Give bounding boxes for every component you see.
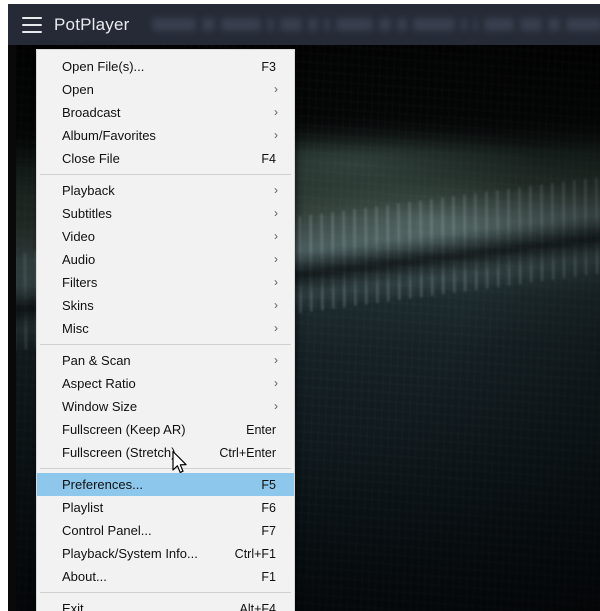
menu-separator bbox=[40, 468, 291, 469]
redacted-block bbox=[221, 18, 261, 31]
menu-item-shortcut: F6 bbox=[261, 501, 282, 515]
menu-item-album-favorites[interactable]: Album/Favorites› bbox=[37, 124, 294, 147]
chevron-right-icon: › bbox=[264, 225, 282, 248]
menu-item-label: Close File bbox=[62, 147, 261, 170]
menu-item-pan-scan[interactable]: Pan & Scan› bbox=[37, 349, 294, 372]
hamburger-icon[interactable] bbox=[22, 17, 42, 33]
potplayer-window: PotPlayer Open File(s)...F3Open›Broadcas… bbox=[8, 4, 600, 611]
redacted-block bbox=[484, 18, 514, 31]
menu-item-label: Control Panel... bbox=[62, 519, 261, 542]
menu-separator bbox=[40, 174, 291, 175]
redacted-block bbox=[324, 18, 330, 31]
menu-item-label: Preferences... bbox=[62, 473, 261, 496]
menu-item-label: Playlist bbox=[62, 496, 261, 519]
menu-item-skins[interactable]: Skins› bbox=[37, 294, 294, 317]
menu-item-label: Album/Favorites bbox=[62, 124, 264, 147]
redacted-block bbox=[413, 18, 455, 31]
menu-item-close-file[interactable]: Close FileF4 bbox=[37, 147, 294, 170]
menu-item-label: Misc bbox=[62, 317, 264, 340]
menu-separator bbox=[40, 344, 291, 345]
menu-item-shortcut: Alt+F4 bbox=[240, 602, 282, 611]
menu-item-label: Fullscreen (Keep AR) bbox=[62, 418, 246, 441]
menu-item-label: Window Size bbox=[62, 395, 264, 418]
chevron-right-icon: › bbox=[264, 124, 282, 147]
menu-item-label: Fullscreen (Stretch) bbox=[62, 441, 219, 464]
menu-item-label: Audio bbox=[62, 248, 264, 271]
redacted-block bbox=[267, 18, 274, 31]
chevron-right-icon: › bbox=[264, 372, 282, 395]
chevron-right-icon: › bbox=[264, 271, 282, 294]
main-context-menu[interactable]: Open File(s)...F3Open›Broadcast›Album/Fa… bbox=[36, 49, 295, 611]
chevron-right-icon: › bbox=[264, 349, 282, 372]
menu-item-label: Skins bbox=[62, 294, 264, 317]
menu-item-open[interactable]: Open› bbox=[37, 78, 294, 101]
menu-item-label: Playback/System Info... bbox=[62, 542, 235, 565]
menu-item-label: Exit bbox=[62, 597, 240, 611]
menu-item-label: Open bbox=[62, 78, 264, 101]
redacted-block bbox=[397, 18, 407, 31]
chevron-right-icon: › bbox=[264, 317, 282, 340]
menu-separator bbox=[40, 592, 291, 593]
chevron-right-icon: › bbox=[264, 179, 282, 202]
menu-item-shortcut: F1 bbox=[261, 570, 282, 584]
menu-item-label: Subtitles bbox=[62, 202, 264, 225]
menu-item-shortcut: Ctrl+Enter bbox=[219, 446, 282, 460]
redacted-block bbox=[473, 18, 478, 31]
redacted-block bbox=[520, 18, 542, 31]
menu-item-shortcut: Ctrl+F1 bbox=[235, 547, 282, 561]
menu-item-misc[interactable]: Misc› bbox=[37, 317, 294, 340]
menu-item-aspect-ratio[interactable]: Aspect Ratio› bbox=[37, 372, 294, 395]
menu-item-playlist[interactable]: PlaylistF6 bbox=[37, 496, 294, 519]
menu-item-audio[interactable]: Audio› bbox=[37, 248, 294, 271]
chevron-right-icon: › bbox=[264, 248, 282, 271]
menu-item-subtitles[interactable]: Subtitles› bbox=[37, 202, 294, 225]
menu-item-shortcut: F7 bbox=[261, 524, 282, 538]
menu-item-shortcut: F3 bbox=[261, 60, 282, 74]
menu-item-control-panel[interactable]: Control Panel...F7 bbox=[37, 519, 294, 542]
screen: PotPlayer Open File(s)...F3Open›Broadcas… bbox=[0, 0, 600, 611]
menu-item-label: Pan & Scan bbox=[62, 349, 264, 372]
menu-item-label: Aspect Ratio bbox=[62, 372, 264, 395]
chevron-right-icon: › bbox=[264, 395, 282, 418]
redacted-block bbox=[379, 18, 391, 31]
redacted-block bbox=[280, 18, 302, 31]
title-bar: PotPlayer bbox=[8, 4, 600, 45]
redacted-block bbox=[152, 18, 196, 31]
menu-item-label: Open File(s)... bbox=[62, 55, 261, 78]
redacted-block bbox=[202, 18, 215, 31]
app-title: PotPlayer bbox=[54, 15, 130, 35]
menu-item-exit[interactable]: ExitAlt+F4 bbox=[37, 597, 294, 611]
chevron-right-icon: › bbox=[264, 78, 282, 101]
menu-item-label: Video bbox=[62, 225, 264, 248]
menu-item-shortcut: F4 bbox=[261, 152, 282, 166]
chevron-right-icon: › bbox=[264, 202, 282, 225]
menu-item-label: Filters bbox=[62, 271, 264, 294]
menu-item-broadcast[interactable]: Broadcast› bbox=[37, 101, 294, 124]
menu-item-open-file-s[interactable]: Open File(s)...F3 bbox=[37, 55, 294, 78]
redacted-block bbox=[548, 18, 560, 31]
menu-item-preferences[interactable]: Preferences...F5 bbox=[37, 473, 294, 496]
menu-item-playback[interactable]: Playback› bbox=[37, 179, 294, 202]
menu-item-label: Broadcast bbox=[62, 101, 264, 124]
menu-item-shortcut: F5 bbox=[261, 478, 282, 492]
menu-item-label: About... bbox=[62, 565, 261, 588]
menu-item-playback-system-info[interactable]: Playback/System Info...Ctrl+F1 bbox=[37, 542, 294, 565]
menu-item-label: Playback bbox=[62, 179, 264, 202]
redacted-block bbox=[461, 18, 467, 31]
menu-item-fullscreen-keep-ar[interactable]: Fullscreen (Keep AR)Enter bbox=[37, 418, 294, 441]
menu-item-about[interactable]: About...F1 bbox=[37, 565, 294, 588]
menu-item-video[interactable]: Video› bbox=[37, 225, 294, 248]
redacted-block bbox=[308, 18, 318, 31]
menu-item-shortcut: Enter bbox=[246, 423, 282, 437]
menu-item-window-size[interactable]: Window Size› bbox=[37, 395, 294, 418]
chevron-right-icon: › bbox=[264, 294, 282, 317]
menu-item-fullscreen-stretch[interactable]: Fullscreen (Stretch)Ctrl+Enter bbox=[37, 441, 294, 464]
title-bar-content: PotPlayer bbox=[8, 4, 600, 45]
chevron-right-icon: › bbox=[264, 101, 282, 124]
redacted-block bbox=[566, 18, 600, 31]
redacted-block bbox=[336, 18, 373, 31]
redacted-title-text bbox=[152, 4, 600, 45]
menu-item-filters[interactable]: Filters› bbox=[37, 271, 294, 294]
